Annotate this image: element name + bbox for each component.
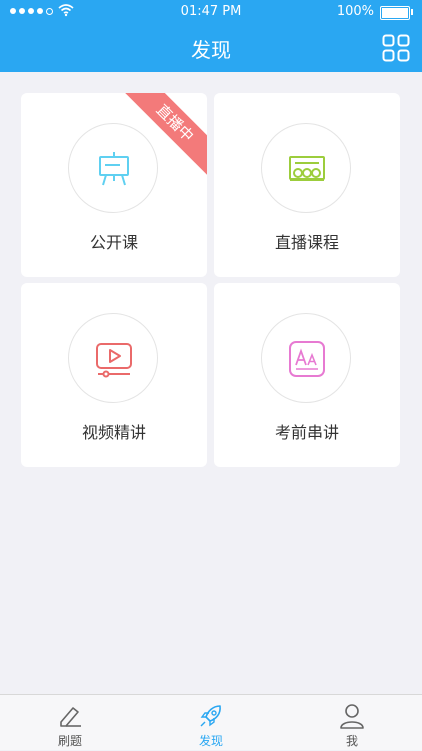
tab-label: 刷题 bbox=[57, 734, 82, 748]
icon-circle bbox=[261, 313, 351, 403]
tab-me[interactable]: 我 bbox=[282, 695, 422, 751]
tab-label: 发现 bbox=[198, 734, 223, 748]
card-label: 考前串讲 bbox=[274, 423, 339, 442]
nav-header: 01:47 PM 100% 发现 bbox=[0, 0, 422, 72]
battery-tip bbox=[411, 9, 413, 15]
card-label: 直播课程 bbox=[274, 233, 339, 252]
icon-circle bbox=[68, 313, 158, 403]
tab-discover[interactable]: 发现 bbox=[141, 695, 281, 751]
live-classroom-icon bbox=[289, 156, 325, 181]
card-label: 公开课 bbox=[89, 233, 138, 252]
status-bar: 01:47 PM 100% bbox=[0, 0, 422, 24]
tab-label: 我 bbox=[345, 734, 358, 748]
card-pre-exam-review[interactable]: 考前串讲 bbox=[214, 283, 400, 467]
battery-percent: 100% bbox=[336, 4, 374, 19]
page-title: 发现 bbox=[191, 38, 231, 62]
icon-circle bbox=[261, 123, 351, 213]
icon-circle bbox=[68, 123, 158, 213]
rocket-icon bbox=[200, 705, 221, 727]
video-play-icon bbox=[96, 343, 132, 378]
card-live-course[interactable]: 直播课程 bbox=[214, 93, 400, 277]
font-aa-icon bbox=[289, 341, 325, 377]
user-icon bbox=[340, 704, 364, 729]
pencil-icon bbox=[60, 707, 81, 727]
card-label: 视频精讲 bbox=[81, 423, 146, 442]
tab-practice[interactable]: 刷题 bbox=[0, 695, 140, 751]
tab-bar: 刷题 发现 我 bbox=[0, 694, 422, 750]
card-open-course[interactable]: 公开课 直播中 bbox=[21, 93, 207, 277]
easel-board-icon bbox=[99, 152, 129, 186]
card-video-lecture[interactable]: 视频精讲 bbox=[21, 283, 207, 467]
battery-icon bbox=[380, 6, 410, 20]
grid-icon[interactable] bbox=[382, 34, 410, 62]
